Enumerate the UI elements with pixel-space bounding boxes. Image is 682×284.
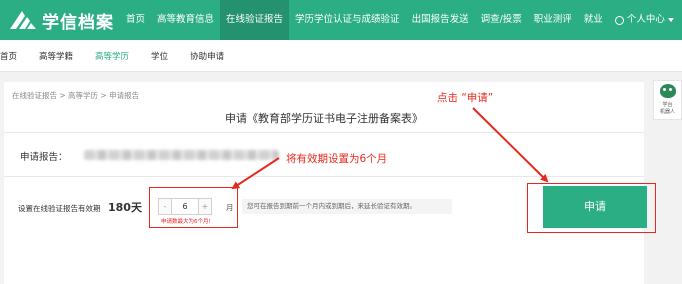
nav-item-home[interactable]: 首页	[120, 0, 151, 40]
divider	[4, 132, 644, 133]
assistant-widget[interactable]: 学台 机器人	[653, 80, 682, 120]
main-nav: 首页 高等教育信息 在线验证报告 学历学位认证与成绩验证 出国报告发送 调查/投…	[120, 0, 680, 40]
site-logo[interactable]: 学信档案	[8, 6, 114, 34]
user-icon	[614, 15, 624, 25]
user-menu[interactable]: 个人中心	[609, 0, 680, 40]
assistant-label: 学台 机器人	[659, 102, 675, 115]
robot-icon	[660, 84, 676, 98]
annotation-click-apply: 点击 “申请”	[437, 92, 494, 104]
renewal-tip: 您可在报告到期前一个月内或到期后，来延长验证有效期。	[242, 199, 452, 214]
subnav-item-home[interactable]: 首页	[0, 50, 17, 62]
chevron-down-icon	[667, 18, 674, 22]
page-title: 申请《教育部学历证书电子注册备案表》	[225, 112, 423, 125]
user-menu-label: 个人中心	[626, 14, 665, 25]
nav-item-survey[interactable]: 调查/投票	[475, 0, 528, 40]
nav-item-higher-education[interactable]: 高等教育信息	[151, 0, 220, 40]
divider	[4, 176, 644, 177]
annotation-box-stepper	[149, 187, 238, 228]
nav-item-employment[interactable]: 就业	[578, 0, 609, 40]
subnav-item-student-status[interactable]: 高等学籍	[39, 50, 73, 62]
subnav-item-degree[interactable]: 学位	[151, 50, 168, 62]
logo-mark-icon	[8, 7, 38, 33]
subnav-item-academic-degree[interactable]: 高等学历	[95, 50, 129, 62]
validity-days: 180天	[108, 201, 142, 214]
subnav-item-assist-apply[interactable]: 协助申请	[190, 50, 224, 62]
sub-nav: 首页 高等学籍 高等学历 学位 协助申请	[0, 40, 682, 72]
redacted-report-name	[84, 150, 279, 160]
nav-item-overseas-report[interactable]: 出国报告发送	[406, 0, 475, 40]
top-nav-bar: 学信档案 首页 高等教育信息 在线验证报告 学历学位认证与成绩验证 出国报告发送…	[0, 0, 682, 40]
logo-text: 学信档案	[42, 12, 114, 33]
annotation-set-validity: 将有效期设置为6个月	[286, 153, 388, 165]
report-label: 申请报告：	[20, 152, 68, 163]
nav-item-career-test[interactable]: 职业测评	[528, 0, 578, 40]
annotation-box-apply	[527, 183, 656, 233]
validity-label: 设置在线验证报告有效期	[18, 204, 101, 213]
breadcrumb: 在线验证报告 > 高等学历 > 申请报告	[12, 91, 140, 100]
nav-item-degree-certification[interactable]: 学历学位认证与成绩验证	[289, 0, 406, 40]
nav-item-online-verification[interactable]: 在线验证报告	[220, 0, 290, 40]
